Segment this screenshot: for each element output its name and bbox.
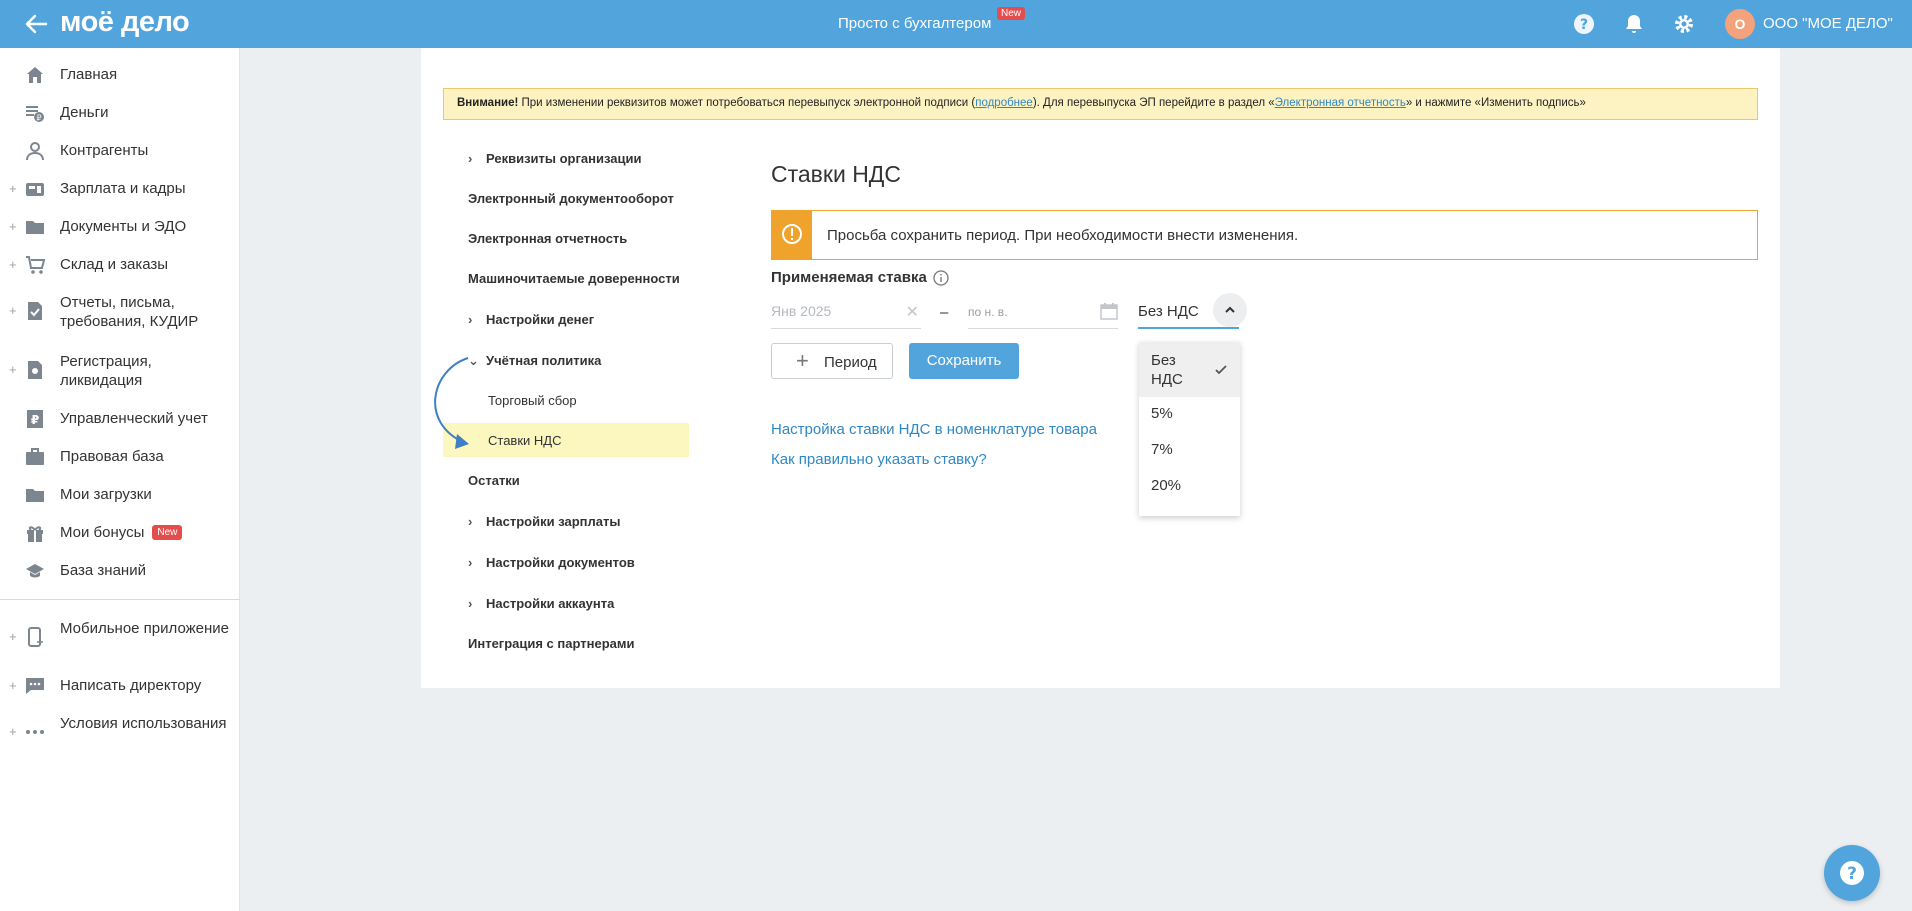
pointer-arrow-icon	[434, 357, 469, 449]
menu-vat-rates[interactable]: Ставки НДС	[488, 433, 561, 448]
mobile-icon	[28, 627, 43, 647]
cart-icon	[26, 256, 45, 274]
contractor-icon	[26, 142, 44, 161]
ruble-doc-icon: ₽	[27, 410, 43, 428]
dropdown-option[interactable]: 20%	[1139, 477, 1240, 494]
expand-icon[interactable]: +	[9, 362, 17, 378]
svg-text:?: ?	[1847, 864, 1857, 884]
e-reporting-link[interactable]: Электронная отчетность	[1275, 97, 1406, 109]
money-icon: ₽	[26, 106, 44, 123]
expand-icon[interactable]: +	[9, 257, 17, 273]
expand-icon[interactable]: +	[9, 678, 17, 694]
svg-text:₽: ₽	[31, 413, 39, 427]
sidebar-divider	[0, 599, 240, 600]
bell-icon[interactable]	[1622, 12, 1646, 36]
new-badge: New	[997, 7, 1026, 20]
chevron-up-icon	[1225, 306, 1235, 313]
menu-account[interactable]: › Настройки аккаунта	[468, 596, 614, 611]
svg-text:?: ?	[1580, 17, 1588, 33]
add-period-button[interactable]: + Период	[771, 343, 893, 379]
menu-requisites[interactable]: › Реквизиты организации	[468, 151, 641, 166]
menu-integration[interactable]: Интеграция с партнерами	[468, 636, 634, 651]
vat-rate-dropdown: Без НДС 5% 7% 20%	[1139, 342, 1240, 516]
top-bar: моё дело Просто с бухгалтером New ? О ОО…	[0, 0, 1912, 48]
gift-icon	[27, 526, 43, 542]
report-icon	[28, 302, 42, 320]
new-badge: New	[152, 525, 183, 540]
plan-title[interactable]: Просто с бухгалтером	[838, 15, 991, 32]
dropdown-option[interactable]: Без НДС	[1139, 342, 1240, 397]
home-icon	[27, 67, 43, 83]
help-button[interactable]: ?	[1824, 845, 1880, 901]
logo[interactable]: моё дело	[60, 6, 190, 39]
menu-documents[interactable]: › Настройки документов	[468, 555, 635, 570]
dropdown-option[interactable]: 7%	[1139, 441, 1240, 458]
details-link[interactable]: подробнее	[975, 97, 1033, 109]
help-icon: ?	[1840, 861, 1864, 885]
period-from-input[interactable]: Янв 2025 ✕	[771, 302, 921, 329]
more-dots-icon	[26, 730, 44, 734]
expand-icon[interactable]: +	[9, 724, 17, 740]
how-to-rate-link[interactable]: Как правильно указать ставку?	[771, 451, 987, 468]
vat-rate-select[interactable]: Без НДС	[1138, 293, 1247, 329]
info-icon[interactable]	[933, 270, 949, 286]
rate-label: Применяемая ставка	[771, 269, 927, 286]
range-dash: –	[940, 304, 949, 321]
folder-icon	[26, 221, 44, 234]
help-icon[interactable]: ?	[1572, 12, 1596, 36]
exclamation-icon	[782, 224, 802, 244]
briefcase-icon	[26, 448, 44, 465]
check-icon	[1215, 364, 1227, 374]
sidebar: Главная ₽ Деньги Контрагенты + Зарплата …	[0, 48, 240, 911]
plus-icon: +	[796, 348, 809, 373]
chevron-right-icon: ›	[468, 555, 473, 570]
salary-icon	[26, 183, 44, 196]
expand-icon[interactable]: +	[9, 181, 17, 197]
org-name[interactable]: ООО "МОЕ ДЕЛО"	[1763, 15, 1893, 32]
back-arrow-icon[interactable]	[22, 10, 50, 38]
chevron-right-icon: ›	[468, 514, 473, 529]
chevron-down-icon: ⌄	[468, 353, 479, 368]
menu-policy[interactable]: ⌄ Учётная политика	[468, 353, 601, 369]
menu-balances[interactable]: Остатки	[468, 473, 520, 488]
expand-icon[interactable]: +	[9, 303, 17, 319]
menu-salary[interactable]: › Настройки зарплаты	[468, 514, 620, 529]
menu-edo[interactable]: Электронный документооборот	[468, 191, 674, 206]
chat-icon	[26, 678, 44, 694]
expand-icon[interactable]: +	[9, 219, 17, 235]
clear-icon[interactable]: ✕	[906, 302, 919, 322]
menu-trade-fee[interactable]: Торговый сбор	[488, 393, 577, 408]
svg-text:₽: ₽	[36, 114, 41, 123]
menu-poa[interactable]: Машиночитаемые доверенности	[468, 271, 680, 286]
save-period-alert: Просьба сохранить период. При необходимо…	[771, 210, 1758, 260]
menu-money[interactable]: › Настройки денег	[468, 312, 594, 327]
graduation-cap-icon	[26, 564, 44, 578]
registration-icon	[28, 361, 42, 379]
chevron-right-icon: ›	[468, 151, 473, 166]
signature-warning: Внимание! При изменении реквизитов может…	[443, 88, 1758, 120]
menu-reporting[interactable]: Электронная отчетность	[468, 231, 627, 246]
save-button[interactable]: Сохранить	[909, 343, 1019, 379]
gear-icon[interactable]	[1672, 12, 1696, 36]
folder-icon	[26, 489, 44, 502]
calendar-icon[interactable]	[1100, 302, 1118, 320]
page-title: Ставки НДС	[771, 161, 901, 187]
avatar[interactable]: О	[1725, 9, 1755, 39]
expand-icon[interactable]: +	[9, 629, 17, 645]
settings-panel: Внимание! При изменении реквизитов может…	[421, 48, 1780, 688]
period-to-input[interactable]: по н. в.	[968, 302, 1118, 329]
chevron-right-icon: ›	[468, 596, 473, 611]
nomenclature-vat-link[interactable]: Настройка ставки НДС в номенклатуре това…	[771, 421, 1097, 438]
chevron-right-icon: ›	[468, 312, 473, 327]
dropdown-option[interactable]: 5%	[1139, 405, 1240, 422]
